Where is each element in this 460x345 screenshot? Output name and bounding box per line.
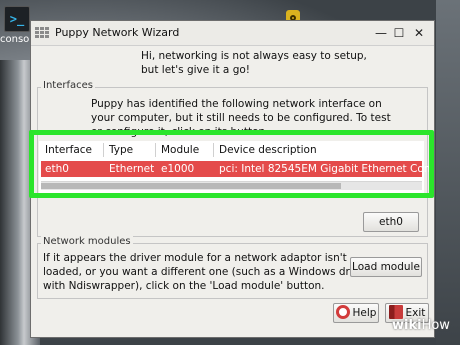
network-modules-group-label: Network modules <box>41 236 133 247</box>
column-header-device-description[interactable]: Device description <box>219 144 317 156</box>
exit-door-icon <box>388 305 403 319</box>
app-menu-icon[interactable] <box>35 27 51 39</box>
terminal-icon-label: conso <box>0 34 30 45</box>
watermark-how: How <box>421 318 450 333</box>
watermark: wikiHow <box>392 318 450 333</box>
network-modules-description: If it appears the driver module for a ne… <box>43 252 370 292</box>
maximize-button[interactable]: ☐ <box>391 25 407 41</box>
minimize-button[interactable]: — <box>373 25 389 41</box>
column-separator <box>213 143 214 157</box>
interfaces-group-label: Interfaces <box>41 80 95 91</box>
window-title: Puppy Network Wizard <box>55 26 180 39</box>
column-header-interface[interactable]: Interface <box>45 144 92 156</box>
help-button[interactable]: Help <box>333 303 379 323</box>
table-row[interactable]: eth0 Ethernet e1000 pci: Intel 82545EM G… <box>41 161 430 177</box>
column-separator <box>155 143 156 157</box>
help-button-label: Help <box>352 307 377 319</box>
interface-table: Interface Type Module Device description… <box>39 141 430 193</box>
eth0-interface-button[interactable]: eth0 <box>363 212 419 232</box>
close-button[interactable]: ✕ <box>411 25 427 41</box>
column-header-module[interactable]: Module <box>161 144 199 156</box>
title-bar[interactable]: Puppy Network Wizard — ☐ ✕ <box>31 21 434 46</box>
wallpaper-right-edge <box>436 0 460 345</box>
watermark-wiki: wiki <box>392 318 422 333</box>
cell-type: Ethernet <box>109 163 155 175</box>
table-header: Interface Type Module Device description <box>39 141 424 159</box>
cell-interface: eth0 <box>45 163 69 175</box>
interfaces-description: Puppy has identified the following netwo… <box>91 98 391 138</box>
scrollbar-thumb[interactable] <box>41 183 341 189</box>
terminal-desktop-icon[interactable]: >_ conso <box>0 4 34 50</box>
lifebuoy-icon <box>335 305 350 319</box>
cell-module: e1000 <box>161 163 195 175</box>
load-module-button[interactable]: Load module <box>350 257 422 277</box>
column-header-type[interactable]: Type <box>109 144 133 156</box>
cell-device-description: pci: Intel 82545EM Gigabit Ethernet Con <box>219 163 431 175</box>
terminal-icon: >_ <box>4 6 30 32</box>
table-horizontal-scrollbar[interactable] <box>41 181 422 190</box>
intro-text: Hi, networking is not always easy to set… <box>141 50 367 76</box>
column-separator <box>103 143 104 157</box>
